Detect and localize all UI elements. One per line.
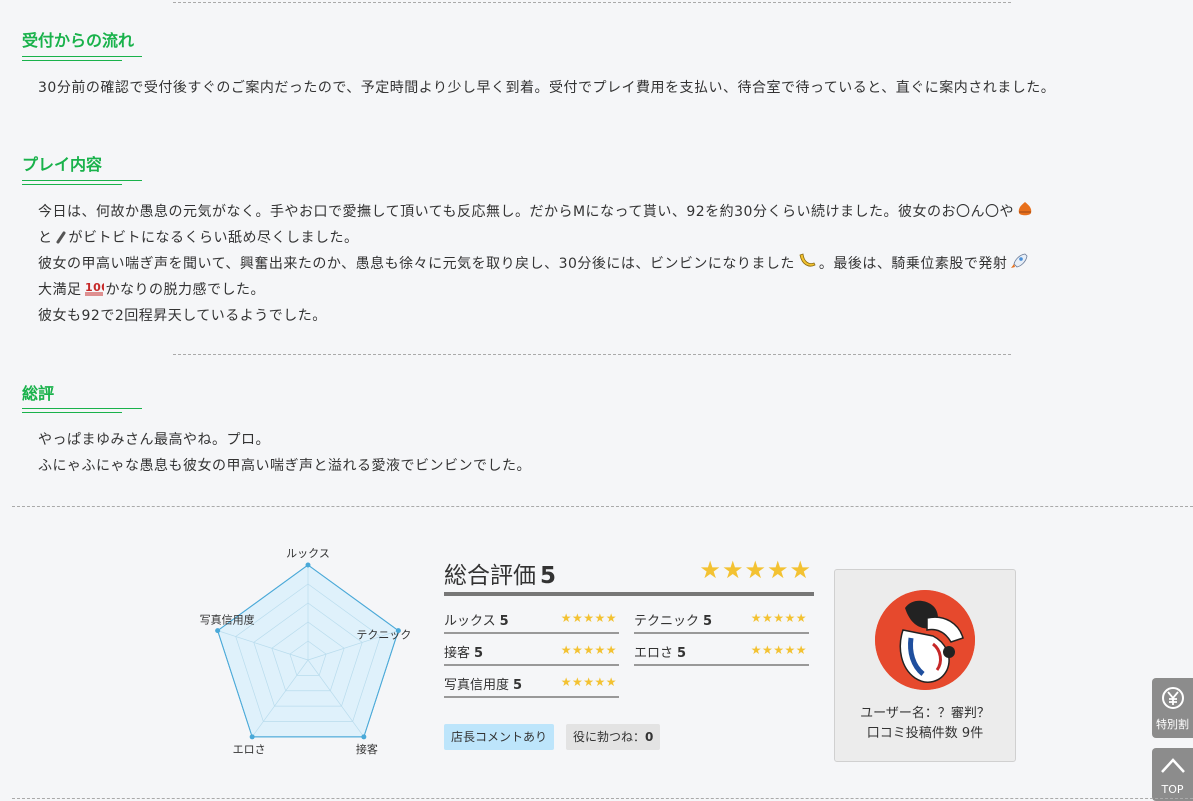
rating-erotic-label: エロさ xyxy=(634,646,674,661)
helpful-button[interactable]: 役に勃つね：0 xyxy=(566,724,661,750)
rating-photo-trust-value: 5 xyxy=(513,678,523,693)
avatar-image xyxy=(875,590,975,690)
avatar[interactable] xyxy=(875,590,975,690)
play-line-1b: とがビトビトになるくらい舐め尽くしました。 xyxy=(38,230,359,246)
flow-text: 30分前の確認で受付後すぐのご案内だったので、予定時間より少し早く到着。受付でプ… xyxy=(38,80,1056,96)
flow-heading: 受付からの流れ xyxy=(22,31,135,50)
rating-technique-stars: ★★★★★ xyxy=(750,611,807,625)
rating-service-stars: ★★★★★ xyxy=(560,643,617,657)
rating-looks: ルックス 5 ★★★★★ xyxy=(444,606,619,634)
divider-middle xyxy=(173,354,1011,355)
radar-point xyxy=(249,734,255,740)
reviewer-name[interactable]: ユーザー名：？審判？ xyxy=(835,702,1015,721)
reviewer-card[interactable]: ユーザー名：？審判？ 口コミ投稿件数 9件 xyxy=(834,569,1016,762)
radar-label: エロさ xyxy=(233,743,266,756)
radar-label: 接客 xyxy=(356,742,378,756)
overall-score: 5 xyxy=(540,563,557,589)
helpful-count: 0 xyxy=(645,730,654,744)
rating-looks-value: 5 xyxy=(499,614,509,629)
rating-service-label: 接客 xyxy=(444,646,471,661)
rating-photo-trust-stars: ★★★★★ xyxy=(560,675,617,689)
summary-heading: 総評 xyxy=(22,384,55,403)
play-text-block: 今日は、何故か愚息の元気がなく。手やお口で愛撫して頂いても反応無し。だからMにな… xyxy=(38,199,1138,329)
radar-point xyxy=(361,734,367,740)
summary-text-block: やっぱまゆみさん最高やね。プロ。 ふにゃふにゃな愚息も彼女の甲高い喘ぎ声と溢れる… xyxy=(38,427,1138,479)
divider-top xyxy=(173,2,1011,3)
rating-photo-trust: 写真信用度 5 ★★★★★ xyxy=(444,670,619,698)
chestnut-icon xyxy=(1018,202,1032,216)
overall-rating: 総合評価 5 ★★★★★ xyxy=(444,554,814,596)
special-discount-button[interactable]: 特別割 xyxy=(1152,678,1193,738)
rating-service: 接客 5 ★★★★★ xyxy=(444,638,619,666)
rating-photo-trust-label: 写真信用度 xyxy=(444,678,510,693)
summary-heading-underline xyxy=(22,408,142,413)
radar-label: 写真信用度 xyxy=(200,613,255,627)
play-heading: プレイ内容 xyxy=(22,155,103,174)
manager-comment-badge[interactable]: 店長コメントあり xyxy=(444,724,555,750)
radar-label: テクニック xyxy=(356,629,411,642)
overall-stars: ★★★★★ xyxy=(699,556,812,584)
rating-erotic-value: 5 xyxy=(677,646,687,661)
rating-erotic-stars: ★★★★★ xyxy=(750,643,807,657)
radar-label: ルックス xyxy=(286,547,330,560)
play-line-2: 彼女の甲高い喘ぎ声を聞いて、興奮出来たのか、愚息も徐々に元気を取り戻し、30分後… xyxy=(38,251,1138,277)
banana-icon xyxy=(799,253,816,267)
summary-line-1: やっぱまゆみさん最高やね。プロ。 xyxy=(38,432,270,448)
play-line-3: 大満足100かなりの脱力感でした。 xyxy=(38,277,1138,303)
chevron-up-icon xyxy=(1161,758,1185,773)
rating-looks-stars: ★★★★★ xyxy=(560,611,617,625)
summary-line-2: ふにゃふにゃな愚息も彼女の甲高い喘ぎ声と溢れる愛液でビンビンでした。 xyxy=(38,458,531,474)
helpful-label: 役に勃つね： xyxy=(573,730,646,744)
play-heading-underline xyxy=(22,180,142,185)
play-line-1: 今日は、何故か愚息の元気がなく。手やお口で愛撫して頂いても反応無し。だからMにな… xyxy=(38,199,1138,225)
flow-text-block: 30分前の確認で受付後すぐのご案内だったので、予定時間より少し早く到着。受付でプ… xyxy=(38,75,1138,101)
overall-label: 総合評価 5 xyxy=(444,563,557,589)
rating-technique-value: 5 xyxy=(703,614,713,629)
divider-full xyxy=(12,506,1193,507)
back-to-top-label: TOP xyxy=(1161,783,1184,796)
rating-service-value: 5 xyxy=(474,646,484,661)
small-object-icon xyxy=(56,231,65,244)
special-discount-label: 特別割 xyxy=(1156,718,1189,731)
flow-heading-underline xyxy=(22,56,142,61)
reviewer-post-count: 口コミ投稿件数 9件 xyxy=(866,726,984,741)
rating-radar-chart: ルックステクニック接客 エロさ 写真信用度 xyxy=(200,547,412,756)
back-to-top-button[interactable]: TOP xyxy=(1152,748,1193,801)
play-line-4: 彼女も92で2回程昇天しているようでした。 xyxy=(38,308,327,324)
radar-point xyxy=(305,562,311,568)
divider-bottom xyxy=(12,798,1193,799)
radar-point xyxy=(215,628,221,634)
rocket-icon xyxy=(1011,253,1028,268)
yen-icon xyxy=(1162,687,1184,709)
rating-erotic: エロさ 5 ★★★★★ xyxy=(634,638,809,666)
svg-text:100: 100 xyxy=(85,281,104,294)
hundred-points-icon: 100 xyxy=(84,281,104,296)
rating-technique-label: テクニック xyxy=(634,614,700,629)
rating-technique: テクニック 5 ★★★★★ xyxy=(634,606,809,634)
rating-looks-label: ルックス xyxy=(444,614,496,629)
